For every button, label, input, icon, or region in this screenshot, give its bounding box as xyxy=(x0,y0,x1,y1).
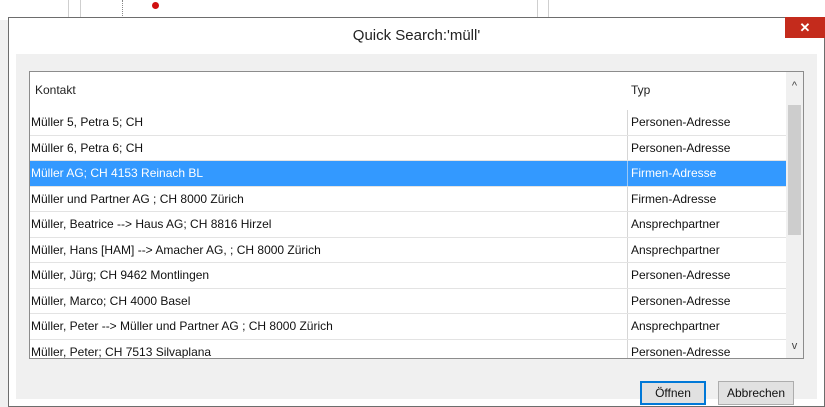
cell-kontakt: Müller, Hans [HAM] --> Amacher AG, ; CH … xyxy=(31,242,321,257)
cell-typ: Personen-Adresse xyxy=(627,339,730,358)
cell-typ: Personen-Adresse xyxy=(627,288,730,313)
cell-typ: Personen-Adresse xyxy=(627,135,730,160)
cell-typ: Personen-Adresse xyxy=(627,263,730,288)
list-header: Kontakt Typ xyxy=(30,72,787,109)
column-header-typ[interactable]: Typ xyxy=(631,83,650,97)
dialog-title: Quick Search:'müll' xyxy=(352,27,481,44)
tree-node-icon xyxy=(152,2,159,9)
close-icon: ✕ xyxy=(799,20,811,35)
table-row[interactable]: Müller AG; CH 4153 Reinach BL Firmen-Adre… xyxy=(30,161,787,187)
table-row[interactable]: Müller, Hans [HAM] --> Amacher AG, ; CH … xyxy=(30,237,787,263)
cell-kontakt: Müller AG; CH 4153 Reinach BL xyxy=(31,166,204,180)
table-row[interactable]: Müller, Peter; CH 7513 Silvaplana Persone… xyxy=(30,339,787,359)
table-row[interactable]: Müller 5, Petra 5; CH Personen-Adresse xyxy=(30,110,787,136)
cell-kontakt: Müller, Jürg; CH 9462 Montlingen xyxy=(31,268,210,282)
scroll-down-icon[interactable]: v xyxy=(786,338,803,355)
table-row[interactable]: Müller, Peter --> Müller und Partner AG … xyxy=(30,314,787,340)
table-row[interactable]: Müller 6, Petra 6; CH Personen-Adresse xyxy=(30,135,787,161)
list-rows: Müller 5, Petra 5; CH Personen-Adresse Mül… xyxy=(30,110,787,359)
cell-kontakt: Müller und Partner AG ; CH 8000 Zürich xyxy=(31,191,244,206)
table-row[interactable]: Müller, Marco; CH 4000 Basel Personen-Adr… xyxy=(30,288,787,314)
vertical-scrollbar[interactable]: ^ v xyxy=(786,72,803,358)
table-row[interactable]: Müller und Partner AG ; CH 8000 Zürich Fi… xyxy=(30,186,787,212)
cell-typ: Ansprechpartner xyxy=(627,314,720,339)
title-bar: Quick Search:'müll' ✕ xyxy=(9,17,825,54)
cell-typ: Personen-Adresse xyxy=(627,110,730,135)
cell-kontakt: Müller 5, Petra 5; CH xyxy=(31,115,144,129)
contact-list[interactable]: Kontakt Typ Müller 5, Petra 5; CH Persone… xyxy=(29,71,804,359)
column-header-kontakt[interactable]: Kontakt xyxy=(35,83,76,97)
cell-kontakt: Müller, Peter; CH 7513 Silvaplana xyxy=(31,344,212,359)
cell-kontakt: Müller 6, Petra 6; CH xyxy=(31,140,144,155)
cell-typ: Firmen-Adresse xyxy=(627,186,716,211)
close-button[interactable]: ✕ xyxy=(785,17,825,38)
scroll-up-icon[interactable]: ^ xyxy=(786,78,803,95)
table-row[interactable]: Müller, Beatrice --> Haus AG; CH 8816 Hi… xyxy=(30,212,787,238)
quick-search-dialog: Quick Search:'müll' ✕ Kontakt Typ Müller… xyxy=(8,17,825,407)
dialog-body: Kontakt Typ Müller 5, Petra 5; CH Persone… xyxy=(16,54,817,405)
cell-kontakt: Müller, Peter --> Müller und Partner AG … xyxy=(31,319,333,333)
open-button[interactable]: Öffnen xyxy=(640,381,706,405)
table-row[interactable]: Müller, Jürg; CH 9462 Montlingen Personen… xyxy=(30,263,787,289)
cell-typ: Firmen-Adresse xyxy=(627,161,716,186)
cell-kontakt: Müller, Marco; CH 4000 Basel xyxy=(31,293,191,308)
cell-typ: Ansprechpartner xyxy=(627,212,720,237)
cell-typ: Ansprechpartner xyxy=(627,237,720,262)
cell-kontakt: Müller, Beatrice --> Haus AG; CH 8816 Hi… xyxy=(31,217,272,231)
scrollbar-thumb[interactable] xyxy=(788,105,801,235)
cancel-button[interactable]: Abbrechen xyxy=(718,381,794,405)
